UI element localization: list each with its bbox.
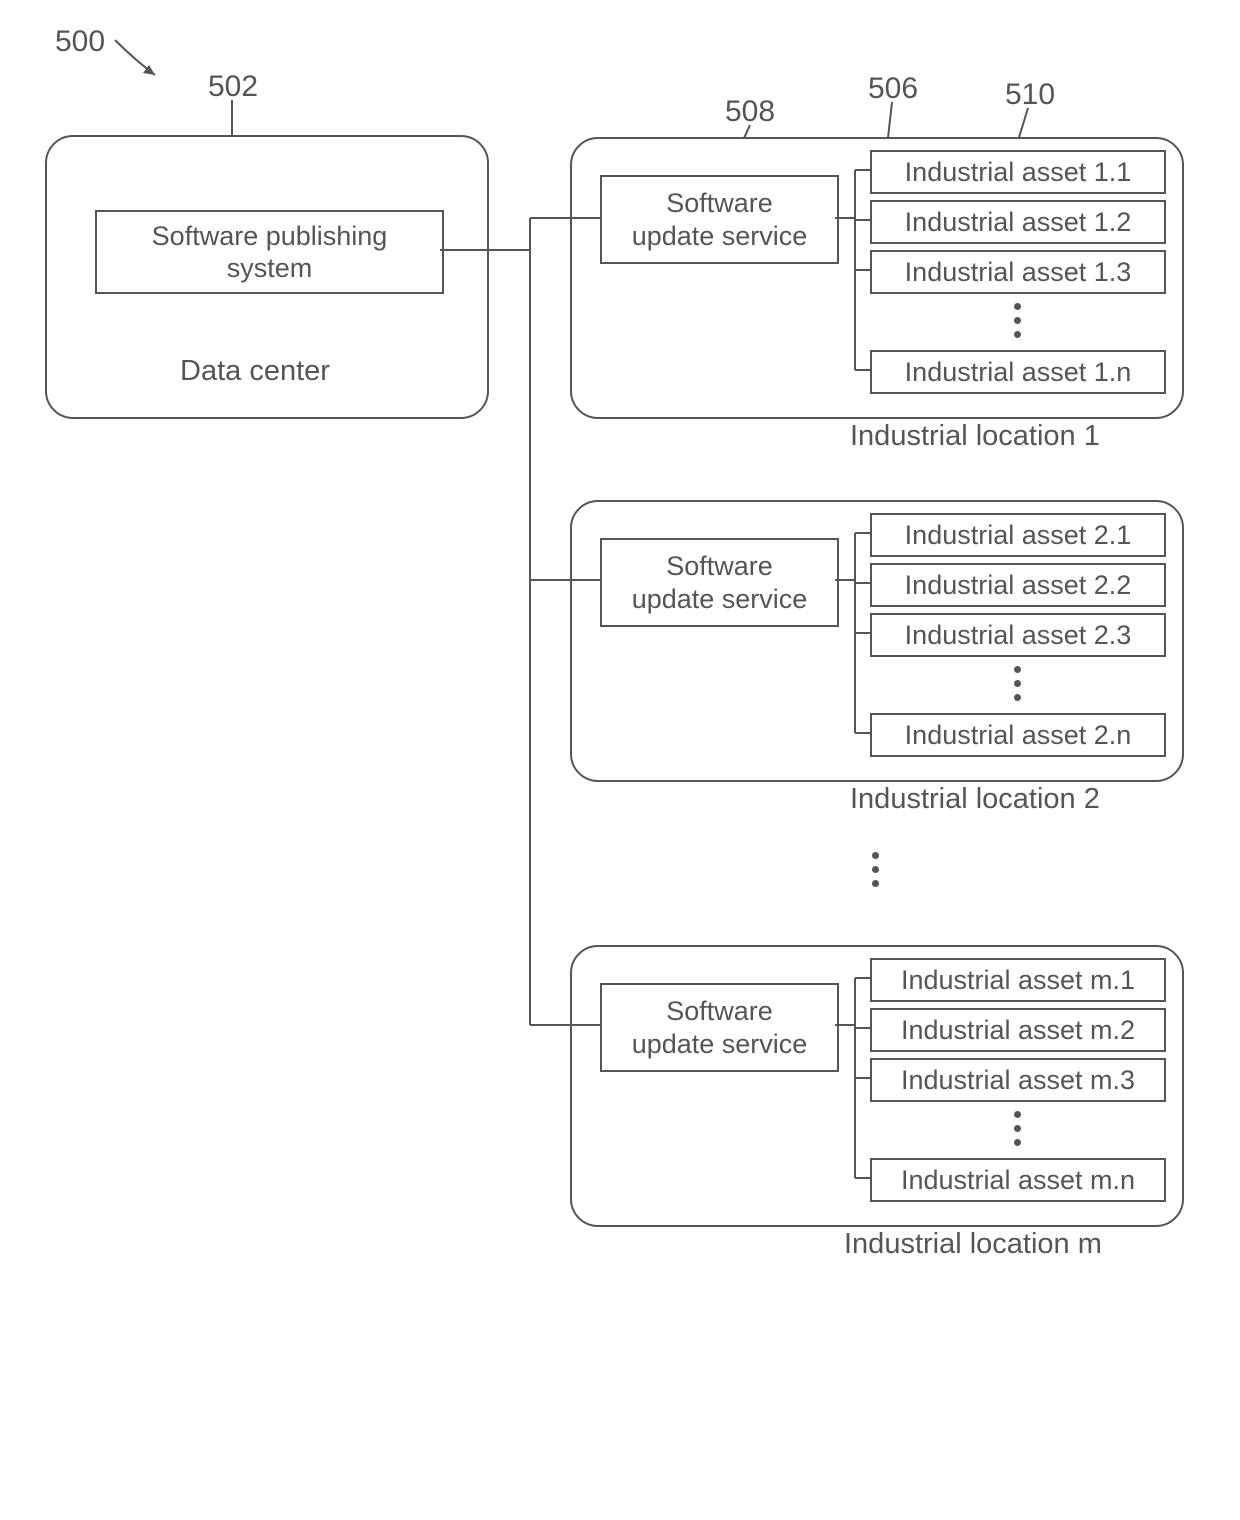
ref-510-a: 510 <box>1005 78 1055 112</box>
asset-1-1: Industrial asset 1.1 <box>870 150 1166 194</box>
location-1-caption: Industrial location 1 <box>850 420 1100 453</box>
ref-506: 506 <box>868 72 918 106</box>
asset-2-n: Industrial asset 2.n <box>870 713 1166 757</box>
vdots-assets-2 <box>1012 659 1022 708</box>
asset-2-3: Industrial asset 2.3 <box>870 613 1166 657</box>
data-center-caption: Data center <box>180 355 330 388</box>
asset-m-1: Industrial asset m.1 <box>870 958 1166 1002</box>
update-service-2-box: Software update service <box>600 538 839 627</box>
update-service-1-box: Software update service <box>600 175 839 264</box>
ref-502: 502 <box>208 70 258 104</box>
ref-508: 508 <box>725 95 775 129</box>
location-2-caption: Industrial location 2 <box>850 783 1100 816</box>
asset-m-3: Industrial asset m.3 <box>870 1058 1166 1102</box>
asset-2-2: Industrial asset 2.2 <box>870 563 1166 607</box>
asset-1-3: Industrial asset 1.3 <box>870 250 1166 294</box>
figure-ref-label: 500 <box>55 25 105 59</box>
asset-2-1: Industrial asset 2.1 <box>870 513 1166 557</box>
asset-1-2: Industrial asset 1.2 <box>870 200 1166 244</box>
asset-m-n: Industrial asset m.n <box>870 1158 1166 1202</box>
location-m-caption: Industrial location m <box>844 1228 1102 1261</box>
vdots-assets-1 <box>1012 296 1022 345</box>
publishing-system-box: Software publishing system <box>95 210 444 294</box>
asset-m-2: Industrial asset m.2 <box>870 1008 1166 1052</box>
update-service-m-box: Software update service <box>600 983 839 1072</box>
vdots-assets-m <box>1012 1104 1022 1153</box>
vdots-locations <box>870 845 880 894</box>
asset-1-n: Industrial asset 1.n <box>870 350 1166 394</box>
